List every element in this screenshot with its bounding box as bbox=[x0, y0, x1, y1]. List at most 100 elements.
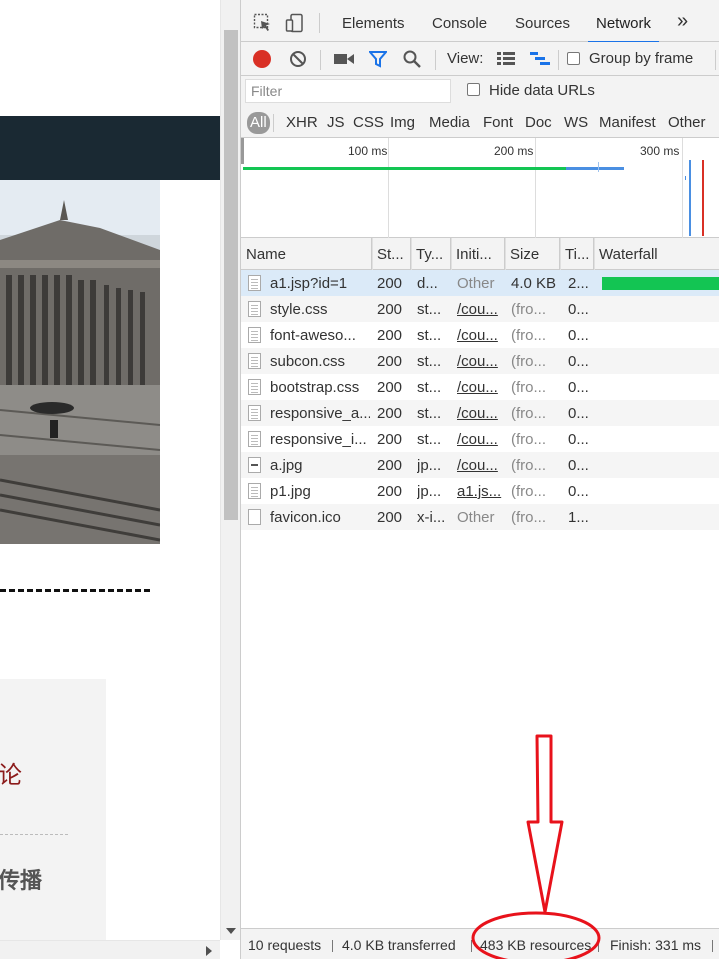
campus-photo bbox=[0, 180, 160, 544]
column-initiator[interactable]: Initi... bbox=[451, 238, 505, 270]
overview-bar-green bbox=[243, 167, 568, 170]
request-time: 0... bbox=[568, 457, 589, 474]
page-vertical-scrollbar[interactable] bbox=[220, 0, 240, 940]
type-filter-font[interactable]: Font bbox=[483, 112, 513, 134]
large-rows-icon[interactable] bbox=[497, 52, 515, 69]
type-filter-js[interactable]: JS bbox=[327, 112, 345, 134]
request-time: 0... bbox=[568, 327, 589, 344]
request-initiator[interactable]: /cou... bbox=[457, 452, 503, 478]
request-size: (fro... bbox=[511, 457, 547, 474]
table-row[interactable]: style.css 200 st... /cou... (fro... 0... bbox=[241, 296, 719, 322]
document-file-icon bbox=[248, 483, 261, 499]
table-row[interactable]: responsive_i... 200 st... /cou... (fro... 0..… bbox=[241, 426, 719, 452]
table-row[interactable]: font-aweso... 200 st... /cou... (fro... 0... bbox=[241, 322, 719, 348]
type-filter-css[interactable]: CSS bbox=[353, 112, 384, 134]
type-filter-other[interactable]: Other bbox=[668, 112, 706, 134]
tab-sources[interactable]: Sources bbox=[515, 0, 570, 42]
table-row[interactable]: a.jpg 200 jp... /cou... (fro... 0... bbox=[241, 452, 719, 478]
request-type: st... bbox=[417, 301, 442, 318]
dom-content-loaded-line bbox=[689, 160, 691, 236]
filter-icon[interactable] bbox=[367, 51, 389, 71]
request-size: (fro... bbox=[511, 379, 547, 396]
request-table-header: Name St... Ty... Initi... Size Ti... Wat… bbox=[241, 238, 719, 270]
filter-bar: Hide data URLs bbox=[241, 76, 719, 106]
type-filter-ws[interactable]: WS bbox=[564, 112, 588, 134]
request-status: 200 bbox=[377, 431, 403, 448]
request-initiator[interactable]: a1.js... bbox=[457, 478, 503, 504]
document-file-icon bbox=[248, 327, 261, 343]
column-status[interactable]: St... bbox=[372, 238, 411, 270]
column-waterfall[interactable]: Waterfall bbox=[594, 238, 719, 270]
request-time: 0... bbox=[568, 405, 589, 422]
type-filter-all[interactable]: All bbox=[247, 112, 270, 134]
record-icon[interactable] bbox=[253, 50, 271, 68]
scroll-right-arrow-icon[interactable] bbox=[206, 946, 212, 956]
network-overview-timeline[interactable]: 100 ms 200 ms 300 ms bbox=[241, 138, 719, 238]
type-filter-manifest[interactable]: Manifest bbox=[599, 112, 656, 134]
request-name: style.css bbox=[270, 301, 328, 318]
group-by-frame-checkbox[interactable] bbox=[567, 52, 580, 65]
scrollbar-thumb[interactable] bbox=[224, 30, 238, 520]
request-time: 0... bbox=[568, 483, 589, 500]
request-type: x-i... bbox=[417, 509, 446, 526]
waterfall-view-icon[interactable] bbox=[530, 52, 550, 69]
request-initiator[interactable]: /cou... bbox=[457, 322, 503, 348]
search-icon[interactable] bbox=[403, 50, 421, 71]
category-title-2[interactable]: 传播 bbox=[0, 863, 42, 895]
column-time[interactable]: Ti... bbox=[560, 238, 594, 270]
type-filter-doc[interactable]: Doc bbox=[525, 112, 552, 134]
dashed-divider bbox=[0, 589, 150, 592]
request-status: 200 bbox=[377, 353, 403, 370]
clear-icon[interactable] bbox=[289, 50, 307, 71]
request-status: 200 bbox=[377, 275, 403, 292]
request-size: (fro... bbox=[511, 327, 547, 344]
filter-input[interactable] bbox=[245, 79, 451, 103]
column-size[interactable]: Size bbox=[505, 238, 560, 270]
hide-data-urls-label[interactable]: Hide data URLs bbox=[489, 82, 595, 99]
column-name[interactable]: Name bbox=[241, 238, 372, 270]
video-camera-icon[interactable] bbox=[334, 52, 354, 69]
table-row[interactable]: subcon.css 200 st... /cou... (fro... 0... bbox=[241, 348, 719, 374]
table-row[interactable]: favicon.ico 200 x-i... Other (fro... 1... bbox=[241, 504, 719, 530]
request-size: (fro... bbox=[511, 353, 547, 370]
more-tabs-icon[interactable]: » bbox=[677, 10, 688, 33]
inspect-element-icon[interactable] bbox=[253, 13, 273, 33]
request-name: a.jpg bbox=[270, 457, 303, 474]
page-horizontal-scrollbar[interactable] bbox=[0, 940, 220, 959]
request-size: (fro... bbox=[511, 509, 547, 526]
tab-network[interactable]: Network bbox=[587, 0, 660, 43]
document-file-icon bbox=[248, 405, 261, 421]
device-toolbar-icon[interactable] bbox=[285, 13, 305, 33]
web-page-viewport: 论 传播 bbox=[0, 0, 220, 940]
type-filter-media[interactable]: Media bbox=[429, 112, 470, 134]
request-initiator[interactable]: /cou... bbox=[457, 348, 503, 374]
table-row[interactable]: bootstrap.css 200 st... /cou... (fro... 0... bbox=[241, 374, 719, 400]
table-row[interactable]: a1.jsp?id=1 200 d... Other 4.0 KB 2... bbox=[241, 270, 719, 296]
request-initiator[interactable]: /cou... bbox=[457, 400, 503, 426]
scroll-down-arrow-icon[interactable] bbox=[226, 928, 236, 934]
group-by-frame-label[interactable]: Group by frame bbox=[589, 50, 693, 67]
timeline-tick-label: 100 ms bbox=[348, 144, 388, 158]
timeline-left-handle[interactable] bbox=[241, 138, 244, 164]
status-separator bbox=[471, 940, 472, 952]
request-name: a1.jsp?id=1 bbox=[270, 275, 348, 292]
request-name: responsive_a... bbox=[270, 405, 370, 422]
request-type: jp... bbox=[417, 457, 442, 474]
hide-data-urls-checkbox[interactable] bbox=[467, 83, 480, 96]
document-file-icon bbox=[248, 353, 261, 369]
request-initiator[interactable]: /cou... bbox=[457, 374, 503, 400]
request-size: (fro... bbox=[511, 405, 547, 422]
request-initiator[interactable]: /cou... bbox=[457, 426, 503, 452]
request-initiator[interactable]: /cou... bbox=[457, 296, 503, 322]
type-filter-img[interactable]: Img bbox=[390, 112, 415, 134]
column-type[interactable]: Ty... bbox=[411, 238, 451, 270]
table-row[interactable]: responsive_a... 200 st... /cou... (fro... 0..… bbox=[241, 400, 719, 426]
toolbar-separator bbox=[320, 50, 321, 70]
table-row[interactable]: p1.jpg 200 jp... a1.js... (fro... 0... bbox=[241, 478, 719, 504]
category-title-1[interactable]: 论 bbox=[0, 755, 22, 790]
resources-size: 483 KB resources bbox=[480, 937, 592, 953]
tab-console[interactable]: Console bbox=[432, 0, 487, 42]
type-filter-xhr[interactable]: XHR bbox=[286, 112, 318, 134]
request-name: font-aweso... bbox=[270, 327, 356, 344]
tab-elements[interactable]: Elements bbox=[342, 0, 405, 42]
